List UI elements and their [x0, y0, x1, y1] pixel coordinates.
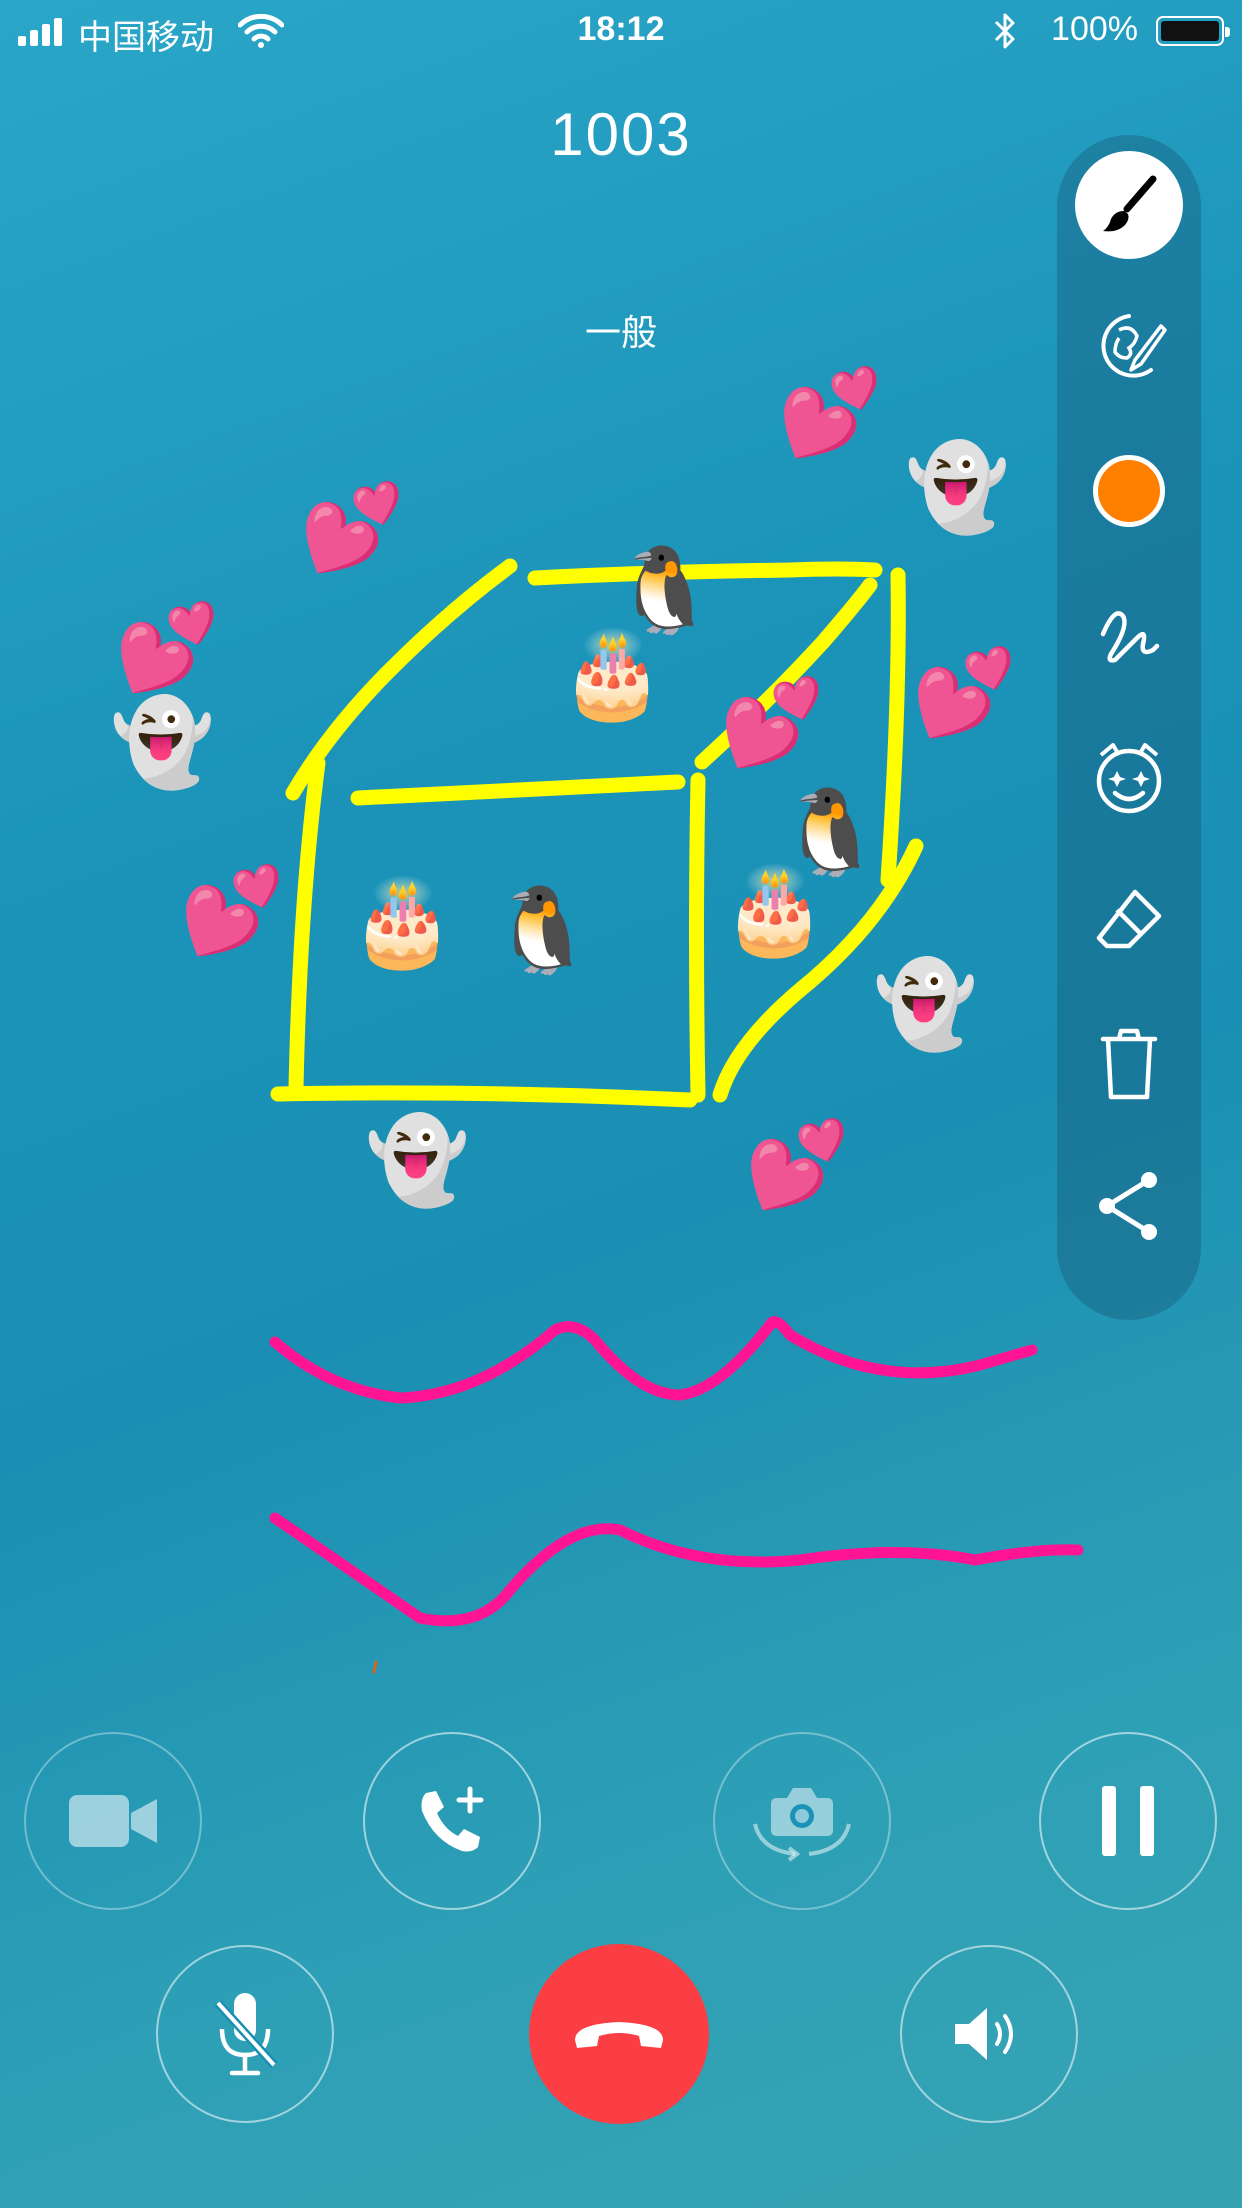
cake-sticker: 🎂	[350, 873, 455, 971]
hearts-sticker: 💕	[180, 861, 285, 959]
penguin-sticker: 🐧	[778, 783, 883, 881]
video-camera-icon	[69, 1795, 157, 1847]
microphone-muted-icon	[214, 1993, 278, 2076]
freehand-stroke-icon	[1100, 611, 1160, 663]
sticker-face-icon	[1096, 743, 1162, 814]
hearts-sticker: 💕	[720, 673, 825, 771]
clear-tool[interactable]	[1071, 1005, 1187, 1121]
speaker-icon	[955, 2008, 1013, 2060]
hearts-sticker: 💕	[778, 363, 883, 461]
color-swatch	[1093, 455, 1165, 527]
hearts-sticker: 💕	[745, 1115, 850, 1213]
share-tool[interactable]	[1071, 1148, 1187, 1264]
ghost-sticker: 👻	[365, 1111, 470, 1209]
speaker-button[interactable]	[900, 1945, 1078, 2123]
portrait-brush-icon	[1101, 314, 1167, 378]
share-icon	[1099, 1172, 1157, 1240]
brush-icon	[1103, 175, 1157, 232]
mute-button[interactable]	[156, 1945, 334, 2123]
hearts-sticker: 💕	[300, 478, 405, 576]
switch-camera-button[interactable]	[713, 1732, 891, 1910]
add-call-icon	[421, 1786, 484, 1852]
hang-up-icon	[575, 2022, 663, 2048]
ghost-sticker: 👻	[905, 438, 1010, 536]
ghost-sticker: 👻	[110, 693, 215, 791]
penguin-sticker: 🐧	[490, 881, 595, 979]
drawing-canvas[interactable]	[0, 0, 1242, 1700]
hold-button[interactable]	[1039, 1732, 1217, 1910]
eraser-tool[interactable]	[1071, 862, 1187, 978]
freehand-tool[interactable]	[1071, 576, 1187, 692]
penguin-sticker: 🐧	[612, 541, 717, 639]
cake-sticker: 🎂	[560, 625, 665, 723]
pink-wave-stroke	[269, 1316, 1084, 1627]
color-picker-tool[interactable]	[1071, 433, 1187, 549]
brush-tool[interactable]	[1071, 147, 1187, 263]
trash-icon	[1100, 1028, 1158, 1100]
hearts-sticker: 💕	[115, 598, 220, 696]
pause-icon	[1102, 1786, 1154, 1856]
sticker-tool[interactable]	[1071, 719, 1187, 835]
eraser-icon	[1096, 889, 1162, 949]
hang-up-button[interactable]	[529, 1944, 709, 2124]
portrait-brush-tool[interactable]	[1071, 290, 1187, 406]
ghost-sticker: 👻	[873, 955, 978, 1053]
video-camera-button[interactable]	[24, 1732, 202, 1910]
switch-camera-icon	[753, 1788, 851, 1862]
add-call-button[interactable]	[363, 1732, 541, 1910]
drawing-toolbar	[1057, 135, 1201, 1320]
hearts-sticker: 💕	[912, 643, 1017, 741]
